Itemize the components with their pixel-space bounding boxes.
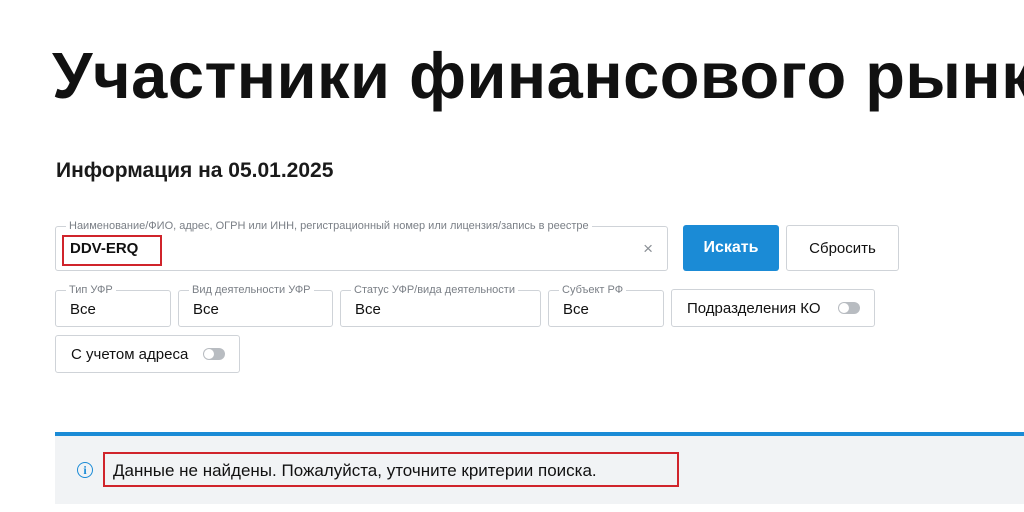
filter-type-legend: Тип УФР bbox=[66, 283, 116, 297]
info-icon: i bbox=[77, 462, 93, 478]
filter-activity-value: Все bbox=[193, 301, 219, 318]
filter-region-legend: Субъект РФ bbox=[559, 283, 627, 297]
filter-type-select[interactable]: Тип УФР Все bbox=[55, 283, 171, 327]
clear-icon[interactable]: × bbox=[643, 239, 653, 259]
filter-activity-legend: Вид деятельности УФР bbox=[189, 283, 314, 297]
filter-status-select[interactable]: Статус УФР/вида деятельности Все bbox=[340, 283, 541, 327]
page: Участники финансового рынка Информация н… bbox=[0, 0, 1024, 512]
filter-activity-select[interactable]: Вид деятельности УФР Все bbox=[178, 283, 333, 327]
alert-message-highlight bbox=[103, 452, 679, 487]
filter-region-select[interactable]: Субъект РФ Все bbox=[548, 283, 664, 327]
page-title: Участники финансового рынка bbox=[52, 39, 1024, 112]
info-date-heading: Информация на 05.01.2025 bbox=[56, 159, 334, 182]
search-field-legend: Наименование/ФИО, адрес, ОГРН или ИНН, р… bbox=[66, 219, 592, 233]
search-button[interactable]: Искать bbox=[683, 225, 779, 271]
reset-button[interactable]: Сбросить bbox=[786, 225, 899, 271]
filter-status-value: Все bbox=[355, 301, 381, 318]
ko-divisions-toggle[interactable] bbox=[838, 302, 860, 314]
toggle-knob bbox=[839, 303, 849, 313]
ko-divisions-label: Подразделения КО bbox=[687, 299, 821, 317]
with-address-label: С учетом адреса bbox=[71, 345, 189, 363]
toggle-knob bbox=[204, 349, 214, 359]
filter-status-legend: Статус УФР/вида деятельности bbox=[351, 283, 518, 297]
filter-region-value: Все bbox=[563, 301, 589, 318]
with-address-toggle-box[interactable]: С учетом адреса bbox=[55, 335, 240, 373]
with-address-toggle[interactable] bbox=[203, 348, 225, 360]
filter-type-value: Все bbox=[70, 301, 96, 318]
search-value-highlight bbox=[62, 235, 162, 266]
ko-divisions-toggle-box[interactable]: Подразделения КО bbox=[671, 289, 875, 327]
